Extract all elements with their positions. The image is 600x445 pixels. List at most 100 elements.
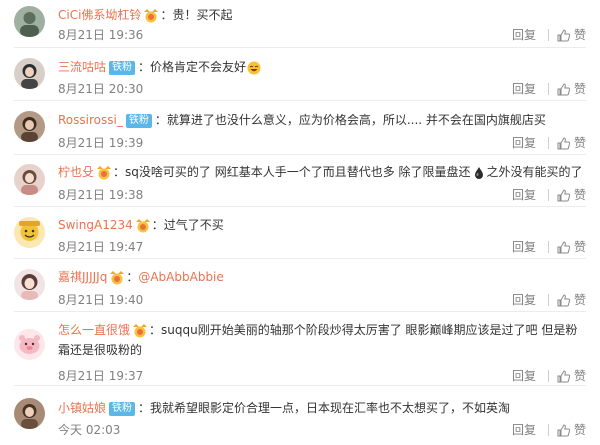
comment-timestamp: 8月21日 19:37 xyxy=(58,369,144,383)
comment-item: Rossirossi_ 铁粉 ：就算进了也没什么意义，应为价格会高，所以.... 并… xyxy=(0,101,600,155)
like-button[interactable]: 赞 xyxy=(557,27,586,43)
reply-button[interactable]: 回复 xyxy=(512,368,536,384)
comment-actions: 回复 赞 xyxy=(512,27,586,43)
like-label: 赞 xyxy=(573,188,586,202)
avatar[interactable] xyxy=(14,398,45,429)
reply-button[interactable]: 回复 xyxy=(512,135,536,151)
like-button[interactable]: 赞 xyxy=(557,81,586,97)
medal-icon xyxy=(143,8,159,23)
comment-actions: 回复 赞 xyxy=(512,422,586,438)
avatar[interactable] xyxy=(14,58,45,89)
divider xyxy=(547,189,549,201)
username-link[interactable]: 小镇姑娘 xyxy=(58,401,106,415)
username-link[interactable]: 嘉祺JJJJJq xyxy=(58,270,107,284)
comment-colon: ： xyxy=(126,270,139,284)
thumbs-up-icon xyxy=(557,82,570,95)
thumbs-up-icon xyxy=(557,136,570,149)
comment-actions: 回复 赞 xyxy=(512,368,586,384)
medal-icon xyxy=(96,165,112,180)
like-label: 赞 xyxy=(573,369,586,383)
reply-button[interactable]: 回复 xyxy=(512,187,536,203)
comment-item: CiCi佛系坳杠铃 ：贵！买不起 8月21日 19:36 回复 赞 xyxy=(0,0,600,48)
comment-body: 过气了不买 xyxy=(163,218,224,232)
medal-icon xyxy=(132,323,148,338)
username-link[interactable]: Rossirossi_ xyxy=(58,113,123,127)
comment-text: Rossirossi_ 铁粉 ：就算进了也没什么意义，应为价格会高，所以.... 并… xyxy=(58,110,586,130)
comment-item: 三流咕咕 铁粉 ：价格肯定不会友好 8月21日 20:30 回复 赞 xyxy=(0,48,600,101)
comment-timestamp: 8月21日 19:39 xyxy=(58,136,144,150)
comment-colon: ： xyxy=(151,218,164,232)
comment-actions: 回复 赞 xyxy=(512,187,586,203)
username-link[interactable]: 怎么一直很饿 xyxy=(58,323,130,337)
thumbs-up-icon xyxy=(557,423,570,436)
comment-timestamp: 8月21日 19:36 xyxy=(58,28,144,42)
comment-timestamp: 8月21日 19:40 xyxy=(58,293,144,307)
like-label: 赞 xyxy=(573,136,586,150)
comment-timestamp: 8月21日 20:30 xyxy=(58,82,144,96)
comment-item: 怎么一直很饿 ：suqqu刚开始美丽的轴那个阶段炒得太厉害了 眼影巅峰期应该是过了… xyxy=(0,312,600,386)
like-label: 赞 xyxy=(573,240,586,254)
thumbs-up-icon xyxy=(557,369,570,382)
like-label: 赞 xyxy=(573,423,586,437)
reply-button[interactable]: 回复 xyxy=(512,239,536,255)
divider xyxy=(547,83,549,95)
reply-button[interactable]: 回复 xyxy=(512,81,536,97)
like-button[interactable]: 赞 xyxy=(557,239,586,255)
comment-colon: ： xyxy=(138,60,151,74)
comment-colon: ： xyxy=(160,8,173,22)
laugh-emoji-icon xyxy=(247,61,261,75)
avatar[interactable] xyxy=(14,6,45,37)
comment-actions: 回复 赞 xyxy=(512,135,586,151)
comment-body: sq没啥可买的了 网红基本人手一个了而且替代也多 除了限量盘还 xyxy=(125,165,471,179)
avatar[interactable] xyxy=(14,329,45,360)
comment-text: SwingA1234 ：过气了不买 xyxy=(58,215,586,235)
username-link[interactable]: 三流咕咕 xyxy=(58,60,106,74)
comment-text: 柠也殳 ：sq没啥可买的了 网红基本人手一个了而且替代也多 除了限量盘还 之外没有能… xyxy=(58,162,586,182)
username-link[interactable]: 柠也殳 xyxy=(58,165,94,179)
comment-colon: ： xyxy=(154,113,167,127)
fan-badge: 铁粉 xyxy=(109,401,136,416)
comment-colon: ： xyxy=(149,323,162,337)
comment-timestamp: 8月21日 19:47 xyxy=(58,240,144,254)
avatar[interactable] xyxy=(14,217,45,248)
divider xyxy=(547,370,549,382)
comment-item: 嘉祺JJJJJq ：@AbAbbAbbie 8月21日 19:40 回复 赞 xyxy=(0,259,600,312)
avatar[interactable] xyxy=(14,164,45,195)
comment-body: 价格肯定不会友好 xyxy=(150,60,247,74)
fan-badge: 铁粉 xyxy=(125,113,152,128)
comment-item: 小镇姑娘 铁粉 ：我就希望眼影定价合理一点，日本现在汇率也不太想买了，不如英淘 今天… xyxy=(0,386,600,445)
divider xyxy=(547,241,549,253)
medal-icon xyxy=(135,218,151,233)
divider xyxy=(547,29,549,41)
reply-button[interactable]: 回复 xyxy=(512,292,536,308)
comment-actions: 回复 赞 xyxy=(512,292,586,308)
comment-timestamp: 今天 02:03 xyxy=(58,423,121,437)
like-button[interactable]: 赞 xyxy=(557,368,586,384)
comment-actions: 回复 赞 xyxy=(512,239,586,255)
mention-link[interactable]: @AbAbbAbbie xyxy=(138,270,223,284)
like-label: 赞 xyxy=(573,293,586,307)
avatar[interactable] xyxy=(14,269,45,300)
like-label: 赞 xyxy=(573,82,586,96)
username-link[interactable]: CiCi佛系坳杠铃 xyxy=(58,8,141,22)
comment-body-continued: 之外没有能买的了 xyxy=(486,165,583,179)
reply-button[interactable]: 回复 xyxy=(512,27,536,43)
fan-badge: 铁粉 xyxy=(109,60,136,75)
comment-text: 小镇姑娘 铁粉 ：我就希望眼影定价合理一点，日本现在汇率也不太想买了，不如英淘 xyxy=(58,398,586,418)
like-button[interactable]: 赞 xyxy=(557,292,586,308)
like-button[interactable]: 赞 xyxy=(557,187,586,203)
username-link[interactable]: SwingA1234 xyxy=(58,218,133,232)
like-button[interactable]: 赞 xyxy=(557,135,586,151)
medal-icon xyxy=(109,270,125,285)
like-label: 赞 xyxy=(573,28,586,42)
comment-item: 柠也殳 ：sq没啥可买的了 网红基本人手一个了而且替代也多 除了限量盘还 之外没有能… xyxy=(0,155,600,207)
divider xyxy=(547,424,549,436)
comment-body: 我就希望眼影定价合理一点，日本现在汇率也不太想买了，不如英淘 xyxy=(150,401,511,415)
avatar[interactable] xyxy=(14,111,45,142)
like-button[interactable]: 赞 xyxy=(557,422,586,438)
comment-text: 三流咕咕 铁粉 ：价格肯定不会友好 xyxy=(58,57,586,77)
thumbs-up-icon xyxy=(557,240,570,253)
thumbs-up-icon xyxy=(557,293,570,306)
reply-button[interactable]: 回复 xyxy=(512,422,536,438)
comment-timestamp: 8月21日 19:38 xyxy=(58,188,144,202)
